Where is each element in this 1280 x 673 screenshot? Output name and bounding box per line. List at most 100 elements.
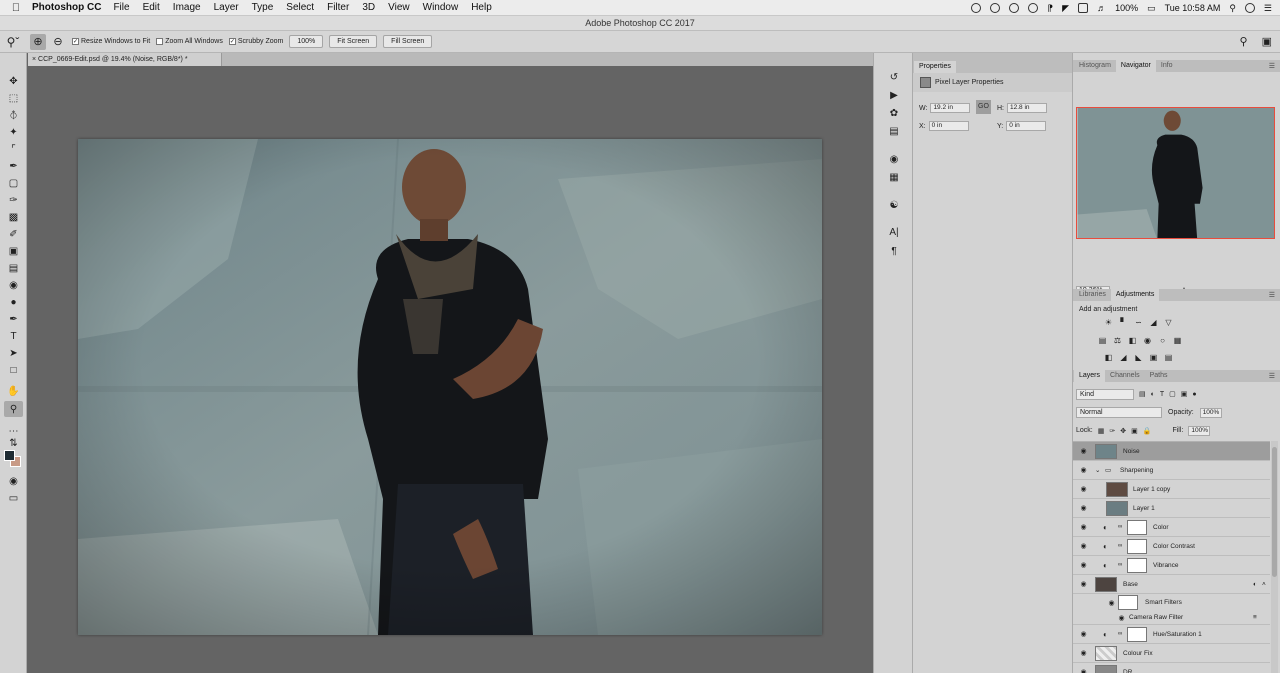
blur-tool-icon[interactable]: ◉ bbox=[4, 277, 23, 293]
visibility-eye-icon[interactable]: ◉ bbox=[1079, 447, 1088, 455]
close-tab-icon[interactable]: × bbox=[32, 56, 36, 63]
layer-mask-thumbnail[interactable] bbox=[1127, 519, 1147, 535]
layer-mask-thumbnail[interactable] bbox=[1127, 626, 1147, 642]
collapse-effects-icon[interactable]: ˄ bbox=[1262, 581, 1266, 588]
layer-row-smart-filters[interactable]: ◉ Smart Filters bbox=[1073, 594, 1270, 611]
selective-color-icon[interactable]: ▣ bbox=[1148, 352, 1159, 362]
filter-type-icon[interactable]: T bbox=[1160, 391, 1164, 398]
volume-icon[interactable]: ♬ bbox=[1097, 3, 1106, 13]
menu-window[interactable]: Window bbox=[423, 2, 459, 13]
menu-file[interactable]: File bbox=[113, 2, 129, 13]
levels-icon[interactable]: ▘ bbox=[1118, 317, 1129, 327]
chain-icon[interactable]: ∞ bbox=[1118, 543, 1122, 549]
menu-view[interactable]: View bbox=[388, 2, 410, 13]
color-lookup-icon[interactable]: ▦ bbox=[1172, 335, 1183, 345]
zoom-tool-icon[interactable]: ⚲ bbox=[4, 401, 23, 417]
tab-channels[interactable]: Channels bbox=[1105, 370, 1145, 382]
paragraph-icon[interactable]: ¶ bbox=[885, 244, 903, 258]
vibrance-icon[interactable]: ▽ bbox=[1163, 317, 1174, 327]
invert-icon[interactable]: ◧ bbox=[1103, 352, 1114, 362]
menu-edit[interactable]: Edit bbox=[143, 2, 160, 13]
panel-menu-icon[interactable]: ☰ bbox=[1269, 291, 1275, 299]
swatches-icon[interactable]: ▦ bbox=[885, 170, 903, 184]
character-icon[interactable]: A| bbox=[885, 225, 903, 239]
layer-row-vibrance[interactable]: ◉ ◐ ∞ Vibrance bbox=[1073, 556, 1270, 575]
color-balance-icon[interactable]: ⚖ bbox=[1112, 335, 1123, 345]
x-field[interactable]: 0 in bbox=[928, 121, 969, 131]
clone-source-icon[interactable]: ☯ bbox=[885, 198, 903, 212]
layer-row-color-contrast[interactable]: ◉ ◐ ∞ Color Contrast bbox=[1073, 537, 1270, 556]
user-icon[interactable] bbox=[1244, 3, 1255, 13]
crop-tool-icon[interactable]: ⌜ bbox=[4, 141, 23, 157]
visibility-eye-icon[interactable]: ◉ bbox=[1079, 485, 1088, 493]
brightness-icon[interactable]: ☀ bbox=[1103, 317, 1114, 327]
clone-stamp-icon[interactable]: ▩ bbox=[4, 209, 23, 225]
chain-icon[interactable]: ∞ bbox=[1118, 631, 1122, 637]
move-tool-icon[interactable]: ✥ bbox=[4, 73, 23, 89]
healing-brush-icon[interactable]: ▢ bbox=[4, 175, 23, 191]
visibility-eye-icon[interactable]: ◉ bbox=[1079, 668, 1088, 673]
record-icon[interactable] bbox=[971, 3, 982, 13]
filter-options-icon[interactable]: ≡ bbox=[1253, 614, 1257, 621]
menu-filter[interactable]: Filter bbox=[327, 2, 349, 13]
visibility-eye-icon[interactable]: ◉ bbox=[1079, 580, 1088, 588]
visibility-eye-icon[interactable]: ◉ bbox=[1079, 466, 1088, 474]
color-icon[interactable]: ◉ bbox=[885, 152, 903, 166]
tab-paths[interactable]: Paths bbox=[1145, 370, 1173, 382]
zoom-100-button[interactable]: 100% bbox=[289, 35, 324, 48]
blend-mode-select[interactable]: Normal bbox=[1076, 407, 1162, 418]
posterize-icon[interactable]: ◢ bbox=[1118, 352, 1129, 362]
path-selection-icon[interactable]: ➤ bbox=[4, 345, 23, 361]
marquee-tool-icon[interactable]: ⬚ bbox=[4, 90, 23, 106]
visibility-eye-icon[interactable]: ◉ bbox=[1079, 649, 1088, 657]
height-field[interactable]: 12.8 in bbox=[1007, 103, 1047, 113]
menu-layer[interactable]: Layer bbox=[214, 2, 239, 13]
panel-menu-icon[interactable]: ☰ bbox=[1269, 372, 1275, 380]
zoom-all-checkbox[interactable]: Zoom All Windows bbox=[156, 38, 223, 45]
zoom-out-icon[interactable]: ⊖ bbox=[50, 34, 66, 50]
black-white-icon[interactable]: ◧ bbox=[1127, 335, 1138, 345]
swap-colors-icon[interactable]: ⇅ bbox=[4, 435, 23, 451]
brush-presets-icon[interactable]: ✿ bbox=[885, 106, 903, 120]
menu-help[interactable]: Help bbox=[471, 2, 492, 13]
tab-libraries[interactable]: Libraries bbox=[1074, 289, 1111, 301]
layer-kind-select[interactable]: Kind bbox=[1076, 388, 1134, 400]
airplay-icon[interactable] bbox=[1078, 3, 1089, 13]
fill-field[interactable]: 100% bbox=[1188, 425, 1211, 436]
type-tool-icon[interactable]: T bbox=[4, 328, 23, 344]
lock-all-icon[interactable]: 🔒 bbox=[1143, 427, 1152, 435]
tool-presets-icon[interactable]: ▤ bbox=[885, 124, 903, 138]
fill-screen-button[interactable]: Fill Screen bbox=[383, 35, 433, 48]
bluetooth-icon[interactable]: ⁋ bbox=[1047, 3, 1053, 14]
brush-tool-icon[interactable]: ✑ bbox=[4, 192, 23, 208]
cloud-icon[interactable] bbox=[1028, 3, 1039, 13]
fit-screen-button[interactable]: Fit Screen bbox=[329, 35, 378, 48]
eraser-icon[interactable]: ▣ bbox=[4, 243, 23, 259]
layer-group-sharpening[interactable]: ◉ ⌄ ▭ Sharpening bbox=[1073, 461, 1270, 480]
layers-scrollbar[interactable] bbox=[1271, 441, 1278, 673]
navigator-thumbnail[interactable] bbox=[1076, 107, 1275, 239]
wifi-icon[interactable]: ◤ bbox=[1062, 3, 1069, 14]
canvas-area[interactable] bbox=[28, 66, 873, 673]
actions-play-icon[interactable]: ▶ bbox=[885, 88, 903, 102]
zoom-in-icon[interactable]: ⊕ bbox=[30, 33, 46, 50]
layer-row-camera-raw-filter[interactable]: ◉ Camera Raw Filter ≡ bbox=[1073, 611, 1270, 625]
filter-pixel-icon[interactable]: ▤ bbox=[1139, 390, 1146, 398]
layer-row-colour-fix[interactable]: ◉ Colour Fix bbox=[1073, 644, 1270, 663]
scrubby-zoom-checkbox[interactable]: ✓ Scrubby Zoom bbox=[228, 38, 283, 45]
lock-pixels-icon[interactable]: ✑ bbox=[1109, 427, 1115, 435]
tab-adjustments[interactable]: Adjustments bbox=[1110, 289, 1160, 301]
lock-position-icon[interactable]: ✥ bbox=[1120, 427, 1126, 435]
filter-adjustment-icon[interactable]: ◐ bbox=[1151, 391, 1155, 398]
apple-icon[interactable]:  bbox=[0, 2, 32, 14]
visibility-eye-icon[interactable]: ◉ bbox=[1079, 542, 1088, 550]
spotlight-icon[interactable]: ⚲ bbox=[1229, 3, 1236, 14]
screen-mode-icon[interactable]: ▭ bbox=[4, 490, 23, 506]
layer-row-base[interactable]: ◉ Base ◐ ˄ bbox=[1073, 575, 1270, 594]
eyedropper-icon[interactable]: ✒ bbox=[4, 158, 23, 174]
visibility-eye-icon[interactable]: ◉ bbox=[1117, 614, 1126, 622]
dropbox-icon[interactable] bbox=[1009, 3, 1020, 13]
threshold-icon[interactable]: ◣ bbox=[1133, 352, 1144, 362]
layer-row-noise[interactable]: ◉ Noise bbox=[1073, 442, 1270, 461]
layer-row-color[interactable]: ◉ ◐ ∞ Color bbox=[1073, 518, 1270, 537]
